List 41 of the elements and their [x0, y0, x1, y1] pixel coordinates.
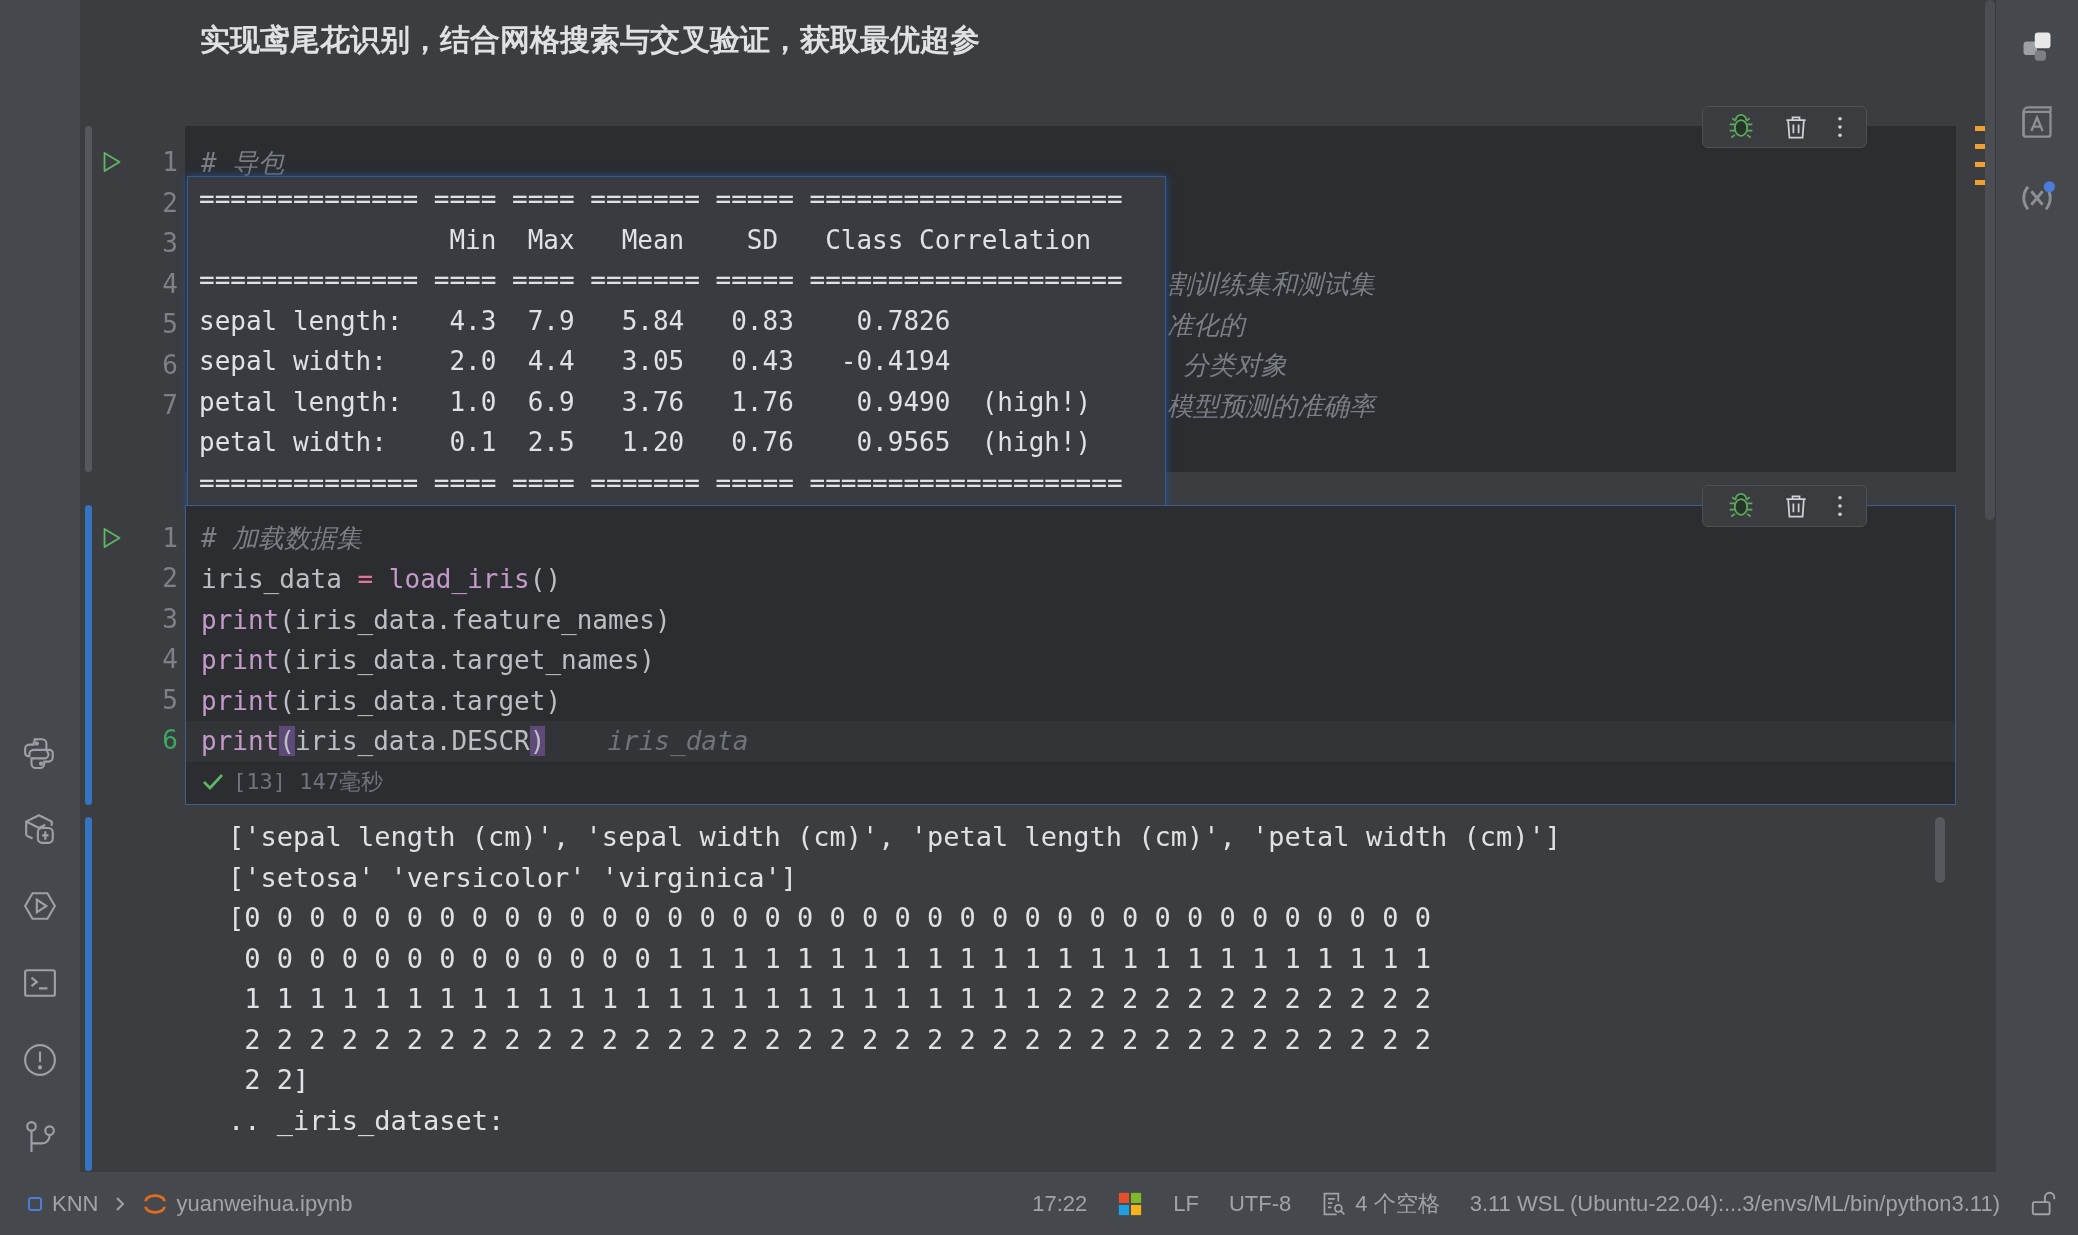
- output-line: ['setosa' 'versicolor' 'virginica']: [228, 861, 797, 893]
- line-number: 1: [162, 147, 178, 178]
- output-line: [0 0 0 0 0 0 0 0 0 0 0 0 0 0 0 0 0 0 0 0 0 0 0 0 0 0 0 0 0 0 0 0 0 0 0 0 0: [228, 902, 1431, 934]
- output-line: 2 2]: [243, 1064, 310, 1096]
- line-number: 4: [162, 644, 178, 675]
- markdown-heading: 实现鸢尾花识别，结合网格搜索与交叉验证，获取最优超参: [200, 23, 980, 56]
- doc-line: ============== ==== ==== ======= ===== ====================: [199, 466, 1123, 500]
- line-number: 3: [162, 228, 178, 259]
- line-number: 3: [162, 603, 178, 634]
- code-text: # 导包: [201, 146, 285, 180]
- execution-status: [13] 147毫秒: [233, 767, 383, 796]
- code-text: # 加载数据集: [201, 522, 363, 556]
- line-number: 4: [162, 268, 178, 299]
- code-text: print(iris_data.target): [201, 685, 562, 716]
- code-text: print(iris_data.target_names): [201, 645, 655, 676]
- line-number: 6: [162, 725, 178, 756]
- code-text: 准化的: [1167, 308, 1245, 342]
- line-number: 1: [162, 522, 178, 553]
- line-number: 2: [162, 187, 178, 218]
- code-text: 割训练集和测试集: [1167, 268, 1375, 302]
- doc-line: petal length: 1.0 6.9 3.76 1.76 0.9490 (high!): [199, 385, 1092, 419]
- output-line: .. _iris_dataset:: [228, 1104, 505, 1136]
- output-line: ['sepal length (cm)', 'sepal width (cm)', 'petal length (cm)', 'petal width (cm)']: [228, 821, 1561, 853]
- line-number: 5: [162, 309, 178, 340]
- doc-line: sepal width: 2.0 4.4 3.05 0.43 -0.4194: [199, 345, 951, 378]
- doc-line: ============== ==== ==== ======= ===== ====================: [199, 264, 1123, 297]
- doc-line: ============== ==== ==== ======= ===== ====================: [199, 183, 1123, 216]
- doc-line: Min Max Mean SD Class Correlation: [448, 223, 1092, 257]
- output-line: 1 1 1 1 1 1 1 1 1 1 1 1 1 1 1 1 1 1 1 1 1 1 1 1 1 2 2 2 2 2 2 2 2 2 2 2 2: [243, 983, 1431, 1015]
- code-text: iris_data = load_iris(): [201, 564, 562, 595]
- doc-line: petal width: 0.1 2.5 1.20 0.76 0.9565 (high!): [199, 426, 1092, 459]
- output-line: 0 0 0 0 0 0 0 0 0 0 0 0 0 1 1 1 1 1 1 1 1 1 1 1 1 1 1 1 1 1 1 1 1 1 1 1 1: [243, 942, 1431, 974]
- code-text: print(iris_data.feature_names): [201, 604, 671, 635]
- line-number: 7: [162, 390, 178, 421]
- doc-line: sepal length: 4.3 7.9 5.84 0.83 0.7826: [199, 304, 951, 338]
- line-number: 5: [162, 684, 178, 715]
- output-line: 2 2 2 2 2 2 2 2 2 2 2 2 2 2 2 2 2 2 2 2 2 2 2 2 2 2 2 2 2 2 2 2 2 2 2 2 2: [243, 1023, 1431, 1055]
- line-number: 2: [162, 563, 178, 594]
- inlay-hint: iris_data: [607, 726, 749, 757]
- code-text: 分类对象: [1181, 349, 1287, 383]
- line-number: 6: [162, 349, 178, 380]
